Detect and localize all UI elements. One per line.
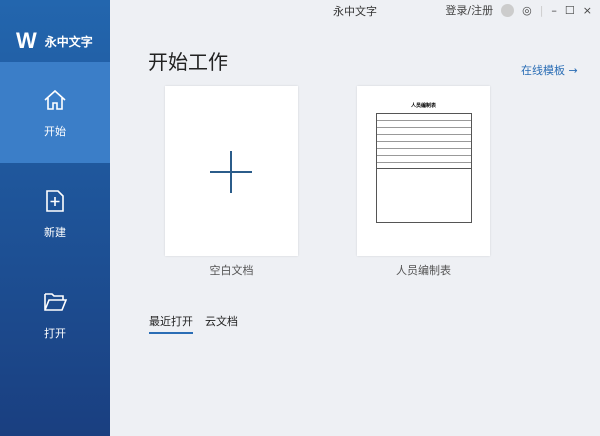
close-icon[interactable]: × <box>583 4 592 17</box>
recent-tabs: 最近打开 云文档 <box>149 313 238 334</box>
minimize-icon[interactable]: – <box>551 4 557 17</box>
sidebar-item-label: 新建 <box>44 225 66 239</box>
online-templates-link[interactable]: 在线模板 → <box>521 62 578 78</box>
new-file-icon <box>46 189 64 212</box>
sidebar-item-label: 打开 <box>44 326 66 340</box>
home-icon <box>44 89 66 110</box>
page-title: 开始工作 <box>148 50 228 74</box>
blank-document-label: 空白文档 <box>209 264 254 277</box>
logo-icon: W <box>16 28 37 53</box>
template-card-staffing[interactable]: 人员编制表 <box>357 86 490 256</box>
window-controls: 登录/注册 ◎ | – ☐ × <box>445 2 592 18</box>
folder-open-icon <box>44 292 68 311</box>
template-thumbnail-table <box>376 113 472 223</box>
divider: | <box>539 3 544 17</box>
settings-icon[interactable]: ◎ <box>522 4 532 17</box>
logo-text: 永中文字 <box>44 34 93 49</box>
template-thumbnail-title: 人员编制表 <box>410 103 436 109</box>
tab-cloud[interactable]: 云文档 <box>205 313 238 334</box>
sidebar-item-label: 开始 <box>44 124 66 138</box>
tab-recent[interactable]: 最近打开 <box>149 313 193 334</box>
sidebar: W 永中文字 开始 新建 打开 <box>0 0 110 436</box>
sidebar-item-new[interactable]: 新建 <box>0 163 110 264</box>
sidebar-item-open[interactable]: 打开 <box>0 264 110 365</box>
login-link[interactable]: 登录/注册 <box>445 2 493 18</box>
maximize-icon[interactable]: ☐ <box>565 4 575 17</box>
template-label: 人员编制表 <box>396 264 451 277</box>
plus-icon-bar <box>210 171 252 173</box>
blank-document-card[interactable] <box>165 86 298 256</box>
avatar[interactable] <box>501 3 515 17</box>
app-logo: W 永中文字 <box>16 28 93 54</box>
sidebar-item-start[interactable]: 开始 <box>0 62 110 163</box>
